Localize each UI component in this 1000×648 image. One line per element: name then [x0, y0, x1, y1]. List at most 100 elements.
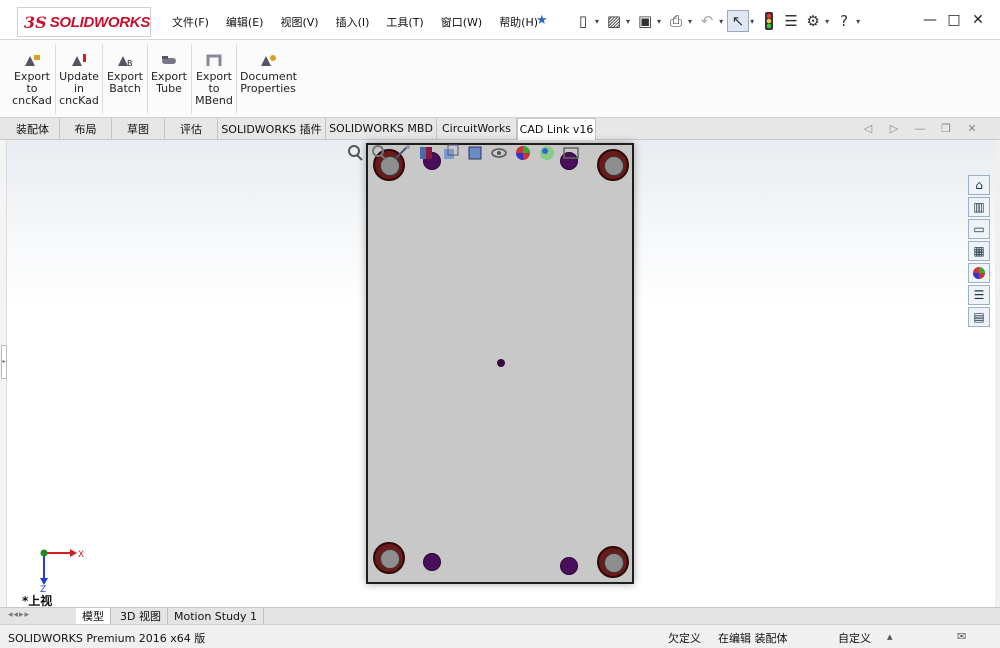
menu-help[interactable]: 帮助(H) — [499, 14, 538, 30]
command-manager-ribbon: Export to cncKad Update in cncKad B Expo… — [0, 40, 1000, 118]
zoom-to-fit-icon[interactable] — [345, 143, 367, 163]
tab-3d-views[interactable]: 3D 视图 — [114, 608, 168, 624]
edit-appearance-icon[interactable] — [513, 143, 535, 163]
close-icon[interactable]: ✕ — [966, 12, 990, 28]
next-view-icon[interactable]: ▷ — [881, 122, 907, 135]
notification-icon[interactable]: ✉ — [957, 630, 966, 643]
triad-z-label: Z — [40, 585, 46, 592]
window-controls: — □ ✕ — [918, 12, 990, 28]
export-to-cnckad-button[interactable]: Export to cncKad — [12, 42, 52, 116]
plate-part[interactable] — [366, 143, 634, 584]
restore-icon[interactable]: ❐ — [933, 122, 959, 135]
maximize-icon[interactable]: □ — [942, 12, 966, 28]
title-bar: 3S SOLIDWORKS 文件(F) 编辑(E) 视图(V) 插入(I) 工具… — [0, 0, 1000, 40]
previous-view-icon[interactable]: ◁ — [855, 122, 881, 135]
mbend-icon — [206, 54, 222, 66]
view-palette-icon[interactable]: ▦ — [968, 241, 990, 261]
tab-evaluate[interactable]: 评估 — [165, 118, 218, 139]
update-icon — [72, 54, 86, 66]
print-icon[interactable]: ⎙ — [665, 10, 687, 32]
section-view-icon[interactable] — [417, 143, 439, 163]
heads-up-view-toolbar — [345, 143, 585, 163]
file-properties-icon[interactable]: ☰ — [780, 10, 802, 32]
menu-insert[interactable]: 插入(I) — [336, 14, 370, 30]
brand-name: SOLIDWORKS — [49, 13, 151, 31]
forum-icon[interactable]: ▤ — [968, 307, 990, 327]
tab-cad-link[interactable]: CAD Link v16 — [517, 118, 596, 140]
button-label: Export to cncKad — [12, 70, 52, 107]
select-icon[interactable]: ↖ — [727, 10, 750, 32]
menu-file[interactable]: 文件(F) — [172, 14, 209, 30]
apply-scene-icon[interactable] — [537, 143, 559, 163]
tab-model[interactable]: 模型 — [76, 608, 111, 624]
custom-properties-icon[interactable]: ☰ — [968, 285, 990, 305]
traffic-light-icon — [765, 12, 774, 30]
svg-text:B: B — [127, 59, 133, 68]
minimize-icon[interactable]: — — [907, 122, 933, 135]
chevron-down-icon[interactable]: ▾ — [856, 17, 860, 26]
rebuild-icon[interactable] — [758, 10, 780, 32]
design-library-icon[interactable]: ▥ — [968, 197, 990, 217]
tab-solidworks-mbd[interactable]: SOLIDWORKS MBD — [326, 118, 437, 139]
display-style-icon[interactable] — [465, 143, 487, 163]
new-file-icon[interactable]: ▯ — [572, 10, 594, 32]
help-icon[interactable]: ? — [833, 10, 855, 32]
chevron-down-icon[interactable]: ▾ — [688, 17, 692, 26]
separator — [147, 44, 148, 114]
pin-icon[interactable]: ★ — [536, 13, 548, 28]
open-icon[interactable]: ▨ — [603, 10, 625, 32]
tab-assembly[interactable]: 装配体 — [6, 118, 60, 139]
document-properties-icon — [261, 55, 276, 66]
file-explorer-icon[interactable]: ▭ — [968, 219, 990, 239]
export-batch-button[interactable]: B Export Batch — [106, 42, 144, 116]
hide-show-items-icon[interactable] — [489, 143, 511, 163]
update-in-cnckad-button[interactable]: Update in cncKad — [59, 42, 99, 116]
product-name: SOLIDWORKS Premium 2016 x64 版 — [8, 632, 206, 645]
chevron-down-icon[interactable]: ▾ — [825, 17, 829, 26]
minimize-icon[interactable]: — — [918, 12, 942, 28]
model-view-tabs: ◂◂▸▸ 模型 3D 视图 Motion Study 1 — [0, 607, 1000, 624]
standard-toolbar: ▯ ▾ ▨ ▾ ▣ ▾ ⎙ ▾ ↶ ▾ ↖ ▾ ☰ ⚙ ▾ ? ▾ — [572, 10, 864, 32]
tab-motion-study[interactable]: Motion Study 1 — [168, 608, 265, 624]
menu-window[interactable]: 窗口(W) — [441, 14, 482, 30]
tab-layout[interactable]: 布局 — [60, 118, 112, 139]
close-icon[interactable]: ✕ — [959, 122, 985, 135]
chevron-up-icon[interactable]: ▴ — [887, 630, 893, 643]
menu-edit[interactable]: 编辑(E) — [226, 14, 264, 30]
chevron-down-icon[interactable]: ▾ — [657, 17, 661, 26]
options-icon[interactable]: ⚙ — [802, 10, 824, 32]
export-to-mbend-button[interactable]: Export to MBend — [195, 42, 233, 116]
menu-view[interactable]: 视图(V) — [280, 14, 318, 30]
button-label: Document Properties — [240, 70, 297, 95]
menu-tools[interactable]: 工具(T) — [386, 14, 423, 30]
tab-scroll-arrows-icon[interactable]: ◂◂▸▸ — [8, 610, 30, 620]
save-icon[interactable]: ▣ — [634, 10, 656, 32]
chevron-down-icon[interactable]: ▾ — [750, 17, 754, 26]
editing-status: 在编辑 装配体 — [718, 632, 788, 645]
tab-circuitworks[interactable]: CircuitWorks — [437, 118, 517, 139]
tab-sketch[interactable]: 草图 — [112, 118, 165, 139]
view-settings-icon[interactable] — [561, 143, 583, 163]
separator — [236, 44, 237, 114]
definition-status: 欠定义 — [668, 632, 701, 645]
export-tube-button[interactable]: Export Tube — [150, 42, 188, 116]
zoom-to-area-icon[interactable] — [369, 143, 391, 163]
document-properties-button[interactable]: Document Properties — [240, 42, 297, 116]
tab-solidworks-addins[interactable]: SOLIDWORKS 插件 — [218, 118, 326, 139]
home-icon[interactable]: ⌂ — [968, 175, 990, 195]
chevron-down-icon[interactable]: ▾ — [595, 17, 599, 26]
view-orientation-icon[interactable] — [441, 143, 463, 163]
tube-icon — [162, 56, 176, 64]
batch-icon: B — [118, 56, 133, 68]
chevron-down-icon[interactable]: ▾ — [719, 17, 723, 26]
unit-system[interactable]: 自定义 — [838, 630, 871, 646]
solidworks-logo[interactable]: 3S SOLIDWORKS — [17, 7, 151, 37]
button-label: Export Batch — [106, 70, 143, 95]
chevron-down-icon[interactable]: ▾ — [626, 17, 630, 26]
pin-hole — [560, 557, 578, 575]
menu-bar: 文件(F) 编辑(E) 视图(V) 插入(I) 工具(T) 窗口(W) 帮助(H… — [172, 14, 555, 30]
appearances-icon[interactable] — [968, 263, 990, 283]
previous-view-icon[interactable] — [393, 143, 415, 163]
undo-icon[interactable]: ↶ — [696, 10, 718, 32]
reference-triad: X Z — [30, 546, 90, 595]
